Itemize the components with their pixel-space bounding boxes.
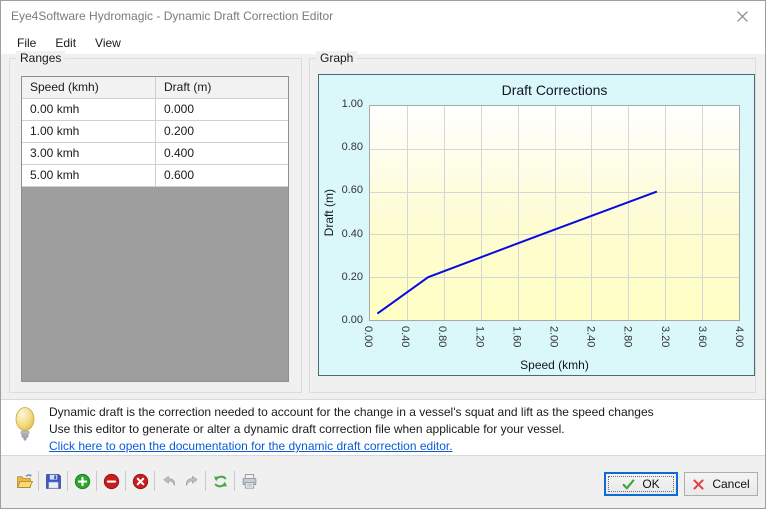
print-button[interactable] bbox=[238, 469, 260, 493]
table-header-row: Speed (kmh) Draft (m) bbox=[22, 77, 288, 99]
column-header-speed[interactable]: Speed (kmh) bbox=[22, 77, 156, 99]
dialog-window: Eye4Software Hydromagic - Dynamic Draft … bbox=[0, 0, 766, 509]
ranges-group-label: Ranges bbox=[16, 51, 66, 65]
table-row[interactable]: 5.00 kmh 0.600 bbox=[22, 165, 288, 187]
chart-plot-area bbox=[369, 105, 740, 321]
menu-bar: File Edit View bbox=[1, 31, 765, 54]
save-file-button[interactable] bbox=[42, 469, 64, 493]
cell-speed[interactable]: 5.00 kmh bbox=[22, 165, 156, 187]
info-panel: Dynamic draft is the correction needed t… bbox=[1, 399, 765, 456]
toolbar bbox=[13, 469, 260, 493]
draft-correction-line bbox=[370, 106, 739, 320]
x-tick-label: 0.80 bbox=[436, 326, 449, 348]
info-text-line2: Use this editor to generate or alter a d… bbox=[49, 422, 565, 436]
cell-speed[interactable]: 0.00 kmh bbox=[22, 99, 156, 121]
undo-icon bbox=[162, 475, 175, 486]
title-bar: Eye4Software Hydromagic - Dynamic Draft … bbox=[1, 1, 765, 31]
table-row[interactable]: 3.00 kmh 0.400 bbox=[22, 143, 288, 165]
cell-draft[interactable]: 0.200 bbox=[156, 121, 288, 143]
redo-icon bbox=[185, 475, 198, 486]
x-tick-label: 1.60 bbox=[510, 326, 523, 348]
ok-button-label: OK bbox=[642, 477, 660, 491]
save-file-icon bbox=[45, 473, 61, 489]
x-axis-label: Speed (kmh) bbox=[520, 358, 589, 372]
menu-item-edit[interactable]: Edit bbox=[49, 33, 82, 53]
add-row-button[interactable] bbox=[71, 469, 93, 493]
y-tick-label: 0.80 bbox=[341, 141, 363, 154]
graph-group-label: Graph bbox=[316, 51, 358, 65]
toolbar-separator bbox=[154, 471, 155, 491]
toolbar-separator bbox=[205, 471, 206, 491]
column-header-draft[interactable]: Draft (m) bbox=[156, 77, 288, 99]
info-text-line1: Dynamic draft is the correction needed t… bbox=[49, 405, 654, 419]
y-tick-label: 0.40 bbox=[341, 227, 363, 240]
cancel-x-icon bbox=[693, 478, 704, 490]
redo-button[interactable] bbox=[180, 469, 202, 493]
x-tick-label: 0.40 bbox=[399, 326, 412, 348]
toolbar-separator bbox=[125, 471, 126, 491]
menu-item-file[interactable]: File bbox=[11, 33, 42, 53]
x-tick-label: 1.20 bbox=[473, 326, 486, 348]
ok-check-icon bbox=[622, 478, 635, 490]
bottom-bar: OK Cancel bbox=[1, 457, 765, 508]
documentation-link[interactable]: Click here to open the documentation for… bbox=[49, 439, 453, 453]
ranges-groupbox: Ranges Speed (kmh) Draft (m) 0.00 kmh 0.0… bbox=[9, 51, 302, 393]
y-tick-label: 0.00 bbox=[341, 314, 363, 326]
toolbar-separator bbox=[67, 471, 68, 491]
cancel-button-label: Cancel bbox=[712, 477, 750, 491]
cancel-button[interactable]: Cancel bbox=[684, 472, 758, 496]
toolbar-separator bbox=[38, 471, 39, 491]
toolbar-separator bbox=[234, 471, 235, 491]
menu-item-view[interactable]: View bbox=[89, 33, 127, 53]
remove-row-icon bbox=[103, 473, 119, 489]
x-tick-label: 2.00 bbox=[547, 326, 560, 348]
y-tick-label: 1.00 bbox=[341, 98, 363, 110]
open-file-icon bbox=[16, 473, 33, 488]
remove-row-button[interactable] bbox=[100, 469, 122, 493]
y-tick-label: 0.60 bbox=[341, 184, 363, 197]
cell-draft[interactable]: 0.600 bbox=[156, 165, 288, 187]
x-tick-label: 2.80 bbox=[621, 326, 634, 348]
open-file-button[interactable] bbox=[13, 469, 35, 493]
chart-title: Draft Corrections bbox=[501, 82, 608, 98]
table-row[interactable]: 0.00 kmh 0.000 bbox=[22, 99, 288, 121]
toolbar-separator bbox=[96, 471, 97, 491]
y-tick-label: 0.20 bbox=[341, 270, 363, 283]
cell-speed[interactable]: 3.00 kmh bbox=[22, 143, 156, 165]
cell-draft[interactable]: 0.000 bbox=[156, 99, 288, 121]
clear-all-button[interactable] bbox=[129, 469, 151, 493]
x-tick-label: 4.00 bbox=[733, 326, 745, 348]
window-title: Eye4Software Hydromagic - Dynamic Draft … bbox=[11, 9, 334, 23]
x-tick-label: 3.20 bbox=[658, 326, 671, 348]
ranges-table[interactable]: Speed (kmh) Draft (m) 0.00 kmh 0.000 1.00 … bbox=[21, 76, 289, 382]
print-icon bbox=[242, 473, 256, 488]
cell-draft[interactable]: 0.400 bbox=[156, 143, 288, 165]
close-icon bbox=[737, 10, 748, 22]
clear-all-icon bbox=[132, 473, 148, 489]
refresh-icon bbox=[213, 475, 227, 487]
chart-panel: Draft Corrections Draft (m) 0.00 0.20 0.40… bbox=[318, 74, 755, 376]
ok-button[interactable]: OK bbox=[604, 472, 678, 496]
x-tick-label: 0.00 bbox=[362, 326, 374, 348]
x-tick-label: 2.40 bbox=[584, 326, 597, 348]
add-row-icon bbox=[74, 473, 90, 489]
lightbulb-icon bbox=[14, 407, 36, 443]
cell-speed[interactable]: 1.00 kmh bbox=[22, 121, 156, 143]
refresh-button[interactable] bbox=[209, 469, 231, 493]
undo-button[interactable] bbox=[158, 469, 180, 493]
x-tick-label: 3.60 bbox=[695, 326, 708, 348]
close-button[interactable] bbox=[720, 1, 765, 31]
table-row[interactable]: 1.00 kmh 0.200 bbox=[22, 121, 288, 143]
graph-groupbox: Graph Draft Corrections Draft (m) 0.00 0.… bbox=[309, 58, 756, 393]
